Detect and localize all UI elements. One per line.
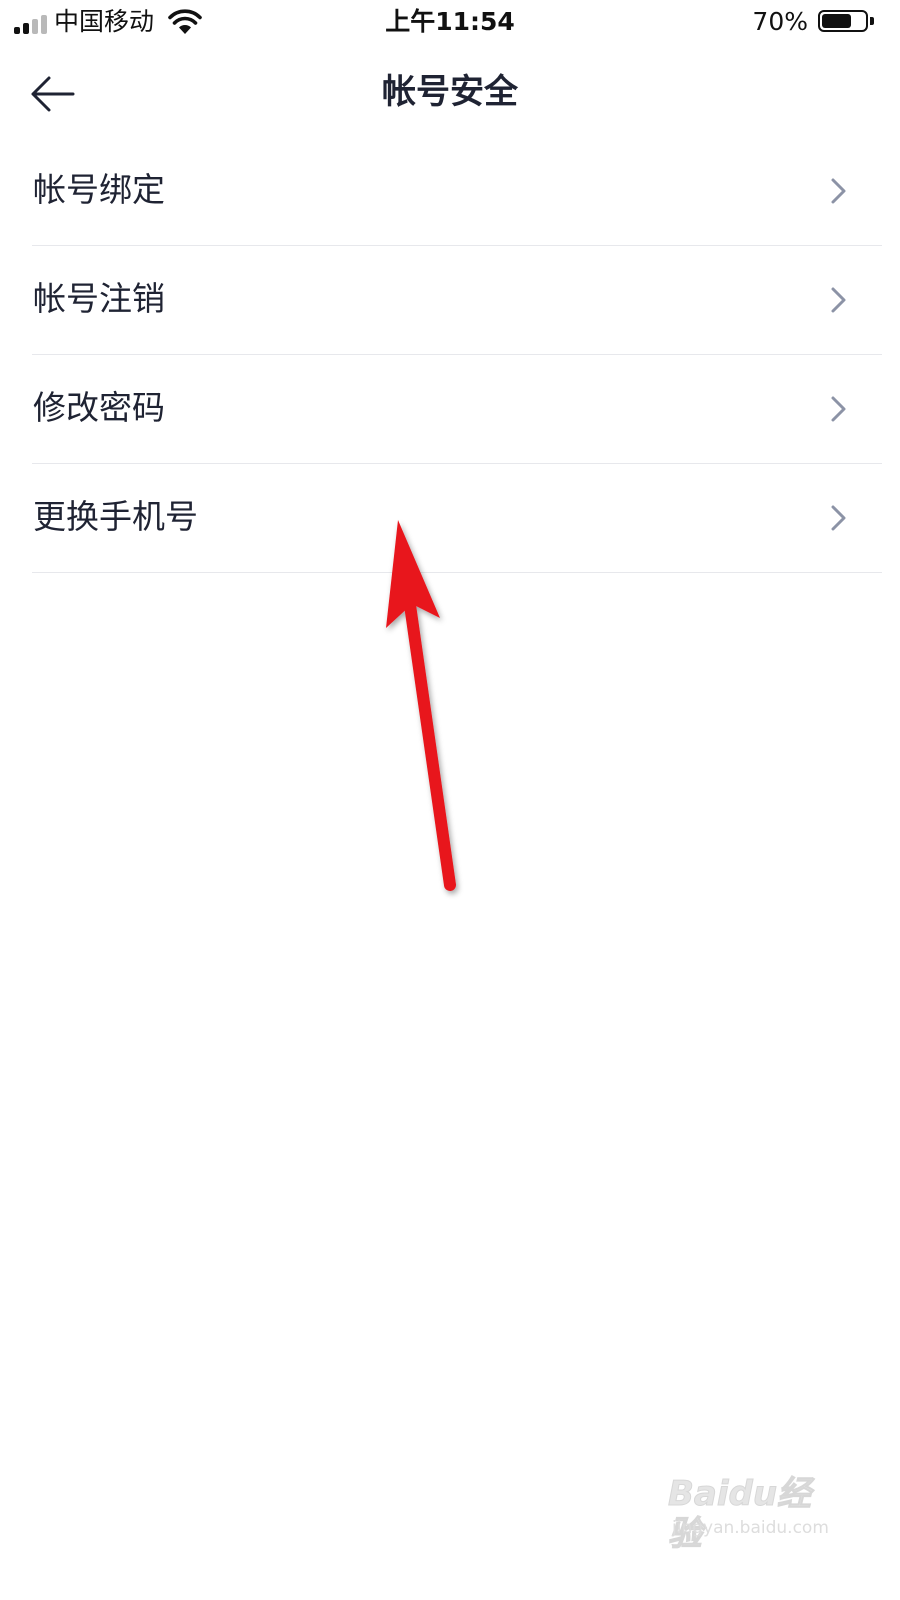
page-title: 帐号安全 [382,72,518,112]
account-security-menu: 帐号绑定 帐号注销 修改密码 更换手机号 [0,137,900,573]
nav-bar: 帐号安全 [0,46,900,140]
battery-cap [870,17,874,25]
menu-item-change-phone[interactable]: 更换手机号 [0,464,900,573]
menu-item-label: 修改密码 [33,388,165,427]
chevron-right-icon [831,178,846,204]
menu-item-label: 帐号注销 [33,279,165,318]
battery-level-fill [822,14,851,28]
menu-item-account-cancellation[interactable]: 帐号注销 [0,246,900,355]
chevron-right-icon [831,287,846,313]
watermark-brand: Baidu经验 [668,1474,812,1555]
menu-item-label: 帐号绑定 [33,170,165,209]
baidu-watermark: Baidu经验 jingyan.baidu.com [668,1474,838,1555]
chevron-right-icon [831,396,846,422]
battery-icon [818,10,868,32]
menu-item-account-binding[interactable]: 帐号绑定 [0,137,900,246]
menu-item-label: 更换手机号 [33,497,198,536]
chevron-right-icon [831,505,846,531]
battery-percent: 70% [752,7,808,36]
watermark-url: jingyan.baidu.com [672,1518,829,1538]
menu-item-change-password[interactable]: 修改密码 [0,355,900,464]
status-bar: 中国移动 上午11:54 70% [0,0,900,46]
